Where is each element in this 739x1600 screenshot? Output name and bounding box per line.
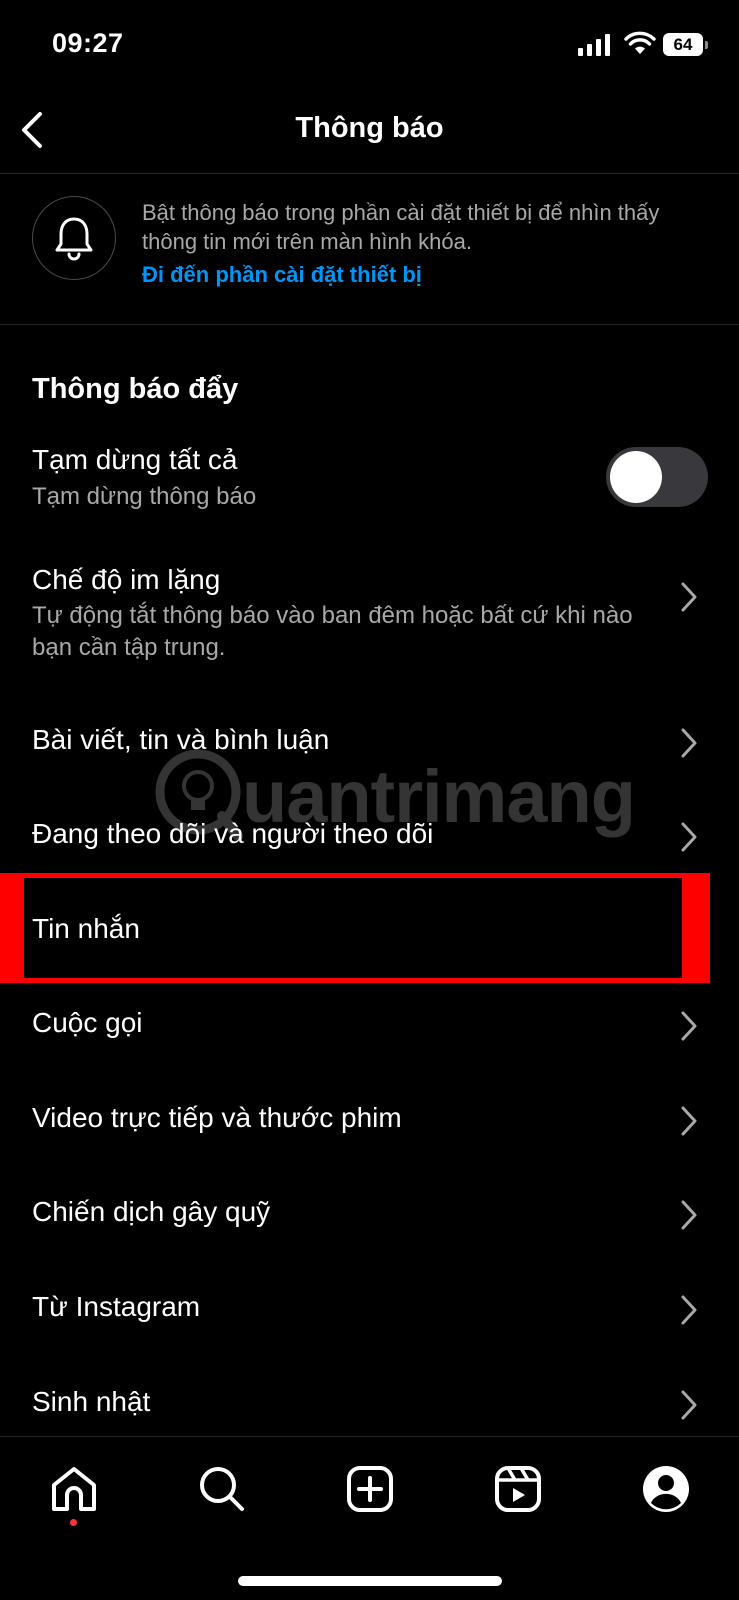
bell-icon-circle xyxy=(32,196,116,280)
nav-divider xyxy=(0,1436,739,1437)
section-title: Thông báo đẩy xyxy=(32,373,239,405)
banner-divider xyxy=(0,324,739,325)
chevron-right-icon[interactable] xyxy=(678,726,700,760)
chevron-right-icon[interactable] xyxy=(678,1293,700,1327)
create-icon[interactable] xyxy=(344,1463,396,1515)
row-pause-all-title: Tạm dừng tất cả xyxy=(32,444,238,475)
row-fundraisers[interactable]: Chiến dịch gây quỹ xyxy=(32,1196,270,1228)
notification-dot xyxy=(70,1519,77,1526)
cellular-signal-icon xyxy=(578,34,610,56)
chevron-right-icon[interactable] xyxy=(678,1198,700,1232)
search-icon[interactable] xyxy=(196,1463,248,1515)
reels-icon[interactable] xyxy=(492,1463,544,1515)
row-quiet-mode-subtitle: Tự động tắt thông báo vào ban đêm hoặc b… xyxy=(32,602,633,661)
chevron-right-icon[interactable] xyxy=(678,1009,700,1043)
pause-all-toggle[interactable] xyxy=(606,447,708,507)
row-pause-all-subtitle: Tạm dừng thông báo xyxy=(32,483,257,510)
row-live-reels[interactable]: Video trực tiếp và thước phim xyxy=(32,1102,402,1134)
row-calls[interactable]: Cuộc gọi xyxy=(32,1007,143,1039)
profile-icon[interactable] xyxy=(640,1463,692,1515)
chevron-right-icon[interactable] xyxy=(678,820,700,854)
wifi-icon xyxy=(624,31,656,54)
row-quiet-mode-title[interactable]: Chế độ im lặng xyxy=(32,564,220,596)
banner-message: Bật thông báo trong phần cài đặt thiết b… xyxy=(142,200,660,254)
home-icon[interactable] xyxy=(48,1463,100,1515)
row-messages[interactable]: Tin nhắn xyxy=(32,913,140,945)
row-birthdays[interactable]: Sinh nhật xyxy=(32,1386,150,1418)
toggle-knob xyxy=(610,451,662,503)
chevron-right-icon[interactable] xyxy=(678,1388,700,1422)
chevron-right-icon[interactable] xyxy=(678,1104,700,1138)
row-from-instagram[interactable]: Từ Instagram xyxy=(32,1291,200,1323)
chevron-right-icon[interactable] xyxy=(678,580,700,614)
device-settings-link[interactable]: Đi đến phần cài đặt thiết bị xyxy=(142,262,422,288)
row-following-followers[interactable]: Đang theo dõi và người theo dõi xyxy=(32,818,433,850)
row-posts-stories-comments[interactable]: Bài viết, tin và bình luận xyxy=(32,724,329,756)
bell-icon xyxy=(55,217,93,261)
battery-icon: 64 xyxy=(663,33,709,56)
page-title: Thông báo xyxy=(295,112,444,144)
battery-level: 64 xyxy=(663,33,703,56)
status-time: 09:27 xyxy=(52,28,124,58)
header-divider xyxy=(0,173,739,174)
home-indicator xyxy=(238,1576,502,1586)
